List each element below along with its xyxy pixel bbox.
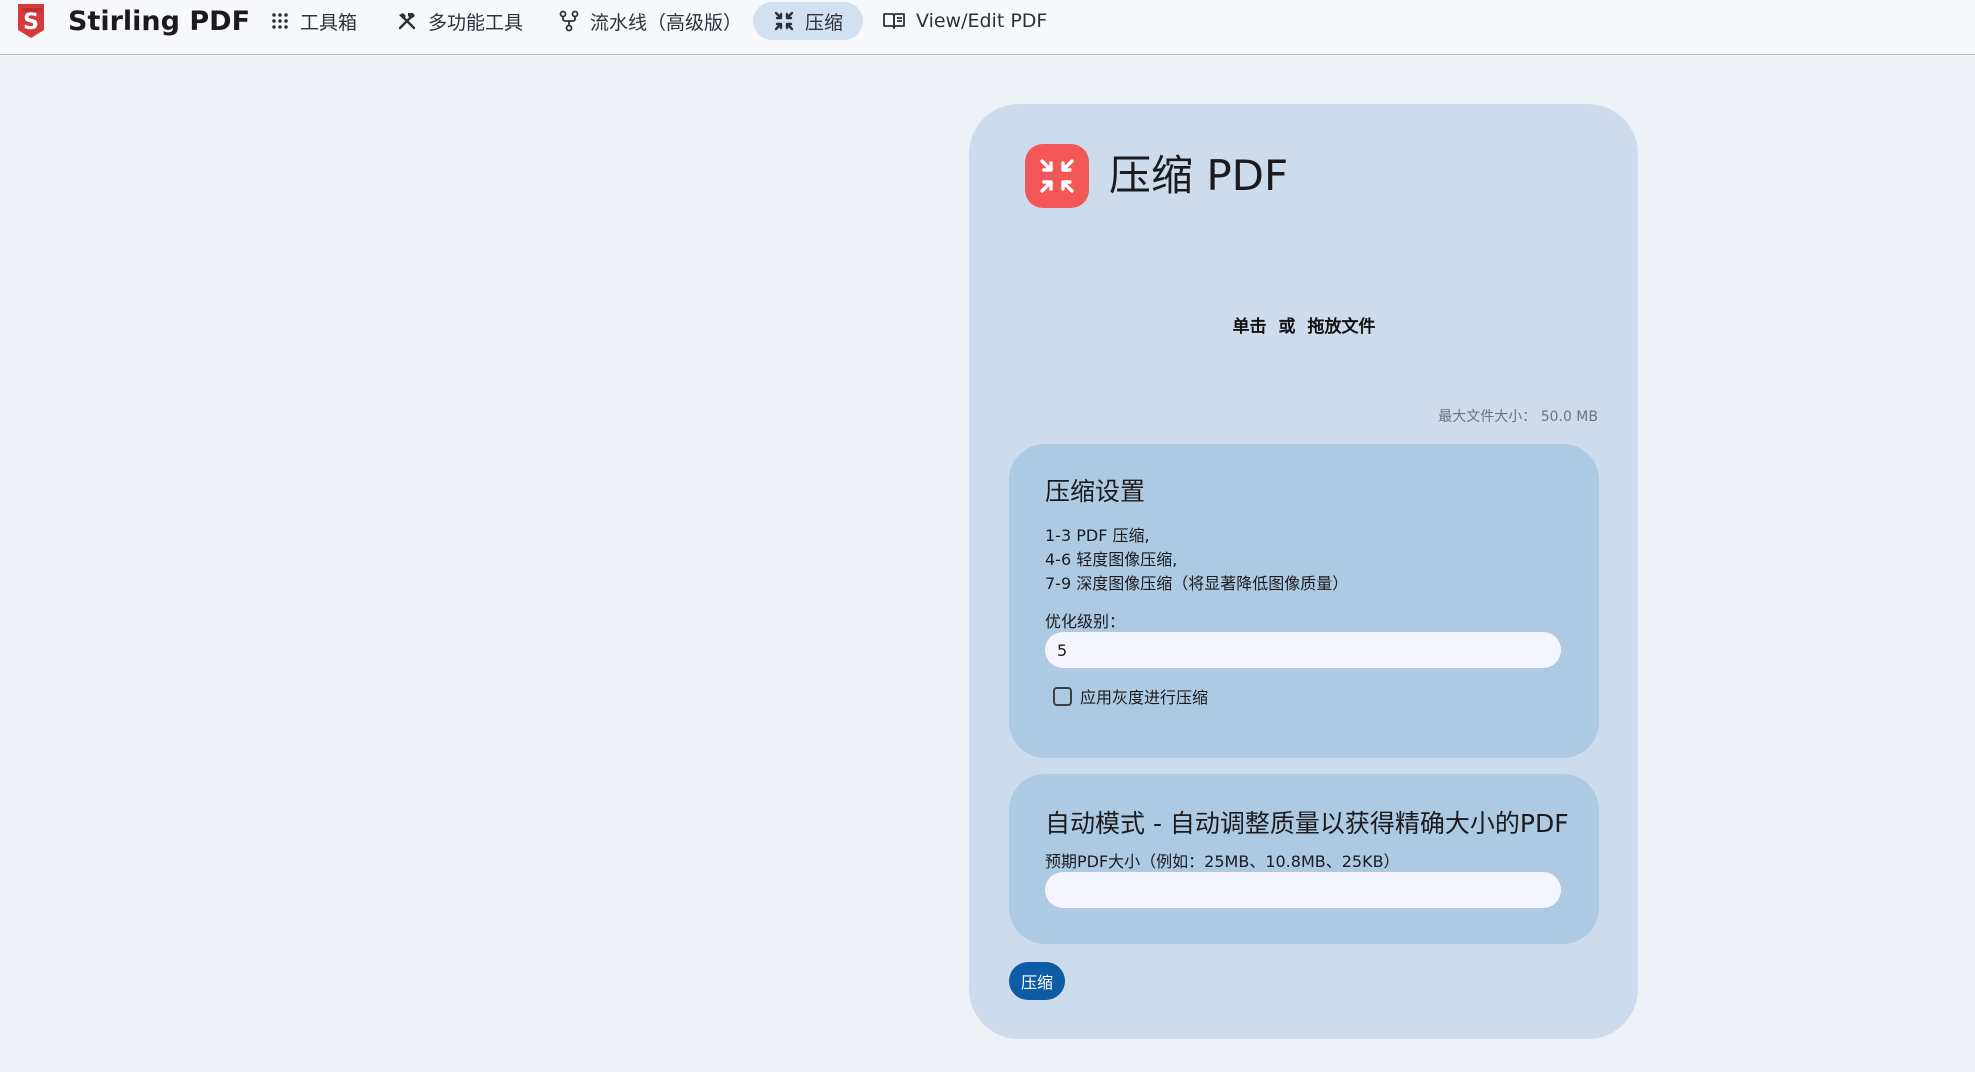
stirling-logo-icon: S: [18, 4, 44, 38]
grayscale-checkbox[interactable]: [1053, 686, 1072, 706]
book-icon: [883, 13, 905, 29]
max-file-size: 最大文件大小： 50.0 MB: [1438, 406, 1598, 426]
max-size-value: 50.0 MB: [1540, 409, 1598, 425]
drop-drag-text: 拖放文件: [1307, 316, 1376, 337]
compress-icon: [774, 11, 794, 31]
nav-item-label: 多功能工具: [428, 11, 524, 34]
expected-size-input[interactable]: [1045, 872, 1561, 908]
compression-settings-panel: 压缩设置 1-3 PDF 压缩, 4-6 轻度图像压缩, 7-9 深度图像压缩（…: [1009, 444, 1599, 758]
nav-item-toolbox[interactable]: 工具箱: [266, 2, 361, 40]
nav-item-multi-tool[interactable]: 多功能工具: [392, 2, 527, 40]
compress-icon: [1040, 159, 1074, 193]
apps-grid-icon: [272, 13, 288, 29]
brand[interactable]: S Stirling PDF: [14, 0, 250, 42]
nav-item-view-edit-pdf[interactable]: View/Edit PDF: [878, 2, 1051, 40]
pipeline-icon: [559, 10, 579, 32]
compress-card: 压缩 PDF 单击 或 拖放文件 最大文件大小： 50.0 MB 压缩设置 1-…: [969, 104, 1638, 1039]
tools-icon: [398, 13, 416, 30]
grayscale-label[interactable]: 应用灰度进行压缩: [1080, 684, 1208, 708]
optimization-level-label: 优化级别：: [1045, 612, 1126, 631]
auto-mode-title: 自动模式 - 自动调整质量以获得精确大小的PDF: [1045, 809, 1569, 838]
expected-size-label: 预期PDF大小（例如：25MB、10.8MB、25KB）: [1045, 852, 1400, 871]
top-navbar: S Stirling PDF 工具箱 多功能工具 流水线（高级版） 压缩 Vie…: [0, 0, 1975, 55]
title-icon-badge: [1025, 144, 1089, 208]
compress-submit-button[interactable]: 压缩: [1009, 962, 1066, 1000]
nav-item-compress[interactable]: 压缩: [753, 2, 863, 40]
drop-click-text[interactable]: 单击: [1233, 312, 1267, 337]
max-size-label: 最大文件大小：: [1438, 409, 1537, 425]
settings-title: 压缩设置: [1045, 477, 1146, 506]
settings-description-line: 1-3 PDF 压缩,: [1045, 526, 1150, 545]
auto-mode-panel: 自动模式 - 自动调整质量以获得精确大小的PDF 预期PDF大小（例如：25MB…: [1009, 774, 1599, 944]
settings-description-line: 7-9 深度图像压缩（将显著降低图像质量）: [1045, 574, 1349, 593]
nav-item-label: 流水线（高级版）: [590, 11, 743, 34]
nav-item-label: 工具箱: [300, 11, 358, 34]
svg-text:S: S: [23, 10, 39, 35]
nav-item-label: View/Edit PDF: [916, 10, 1048, 32]
drop-or-text: 或: [1278, 316, 1296, 337]
page-title: 压缩 PDF: [1109, 151, 1289, 200]
settings-description-line: 4-6 轻度图像压缩,: [1045, 550, 1178, 569]
brand-name: Stirling PDF: [68, 5, 251, 37]
optimization-level-input[interactable]: [1045, 632, 1561, 668]
file-drop-zone[interactable]: 单击 或 拖放文件: [1009, 284, 1599, 364]
nav-item-pipeline[interactable]: 流水线（高级版）: [554, 2, 746, 40]
grayscale-option[interactable]: 应用灰度进行压缩: [1053, 684, 1208, 708]
nav-item-label: 压缩: [805, 11, 844, 34]
